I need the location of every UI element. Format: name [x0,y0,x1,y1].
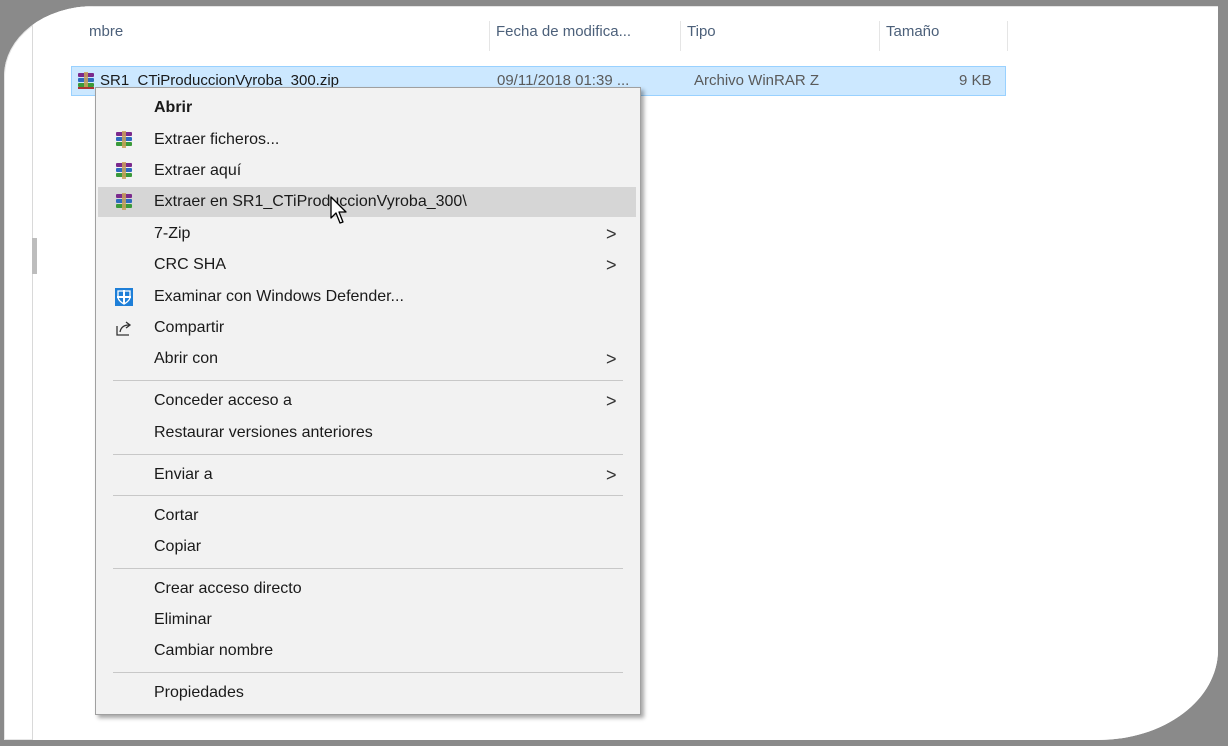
column-header-size[interactable]: Tamaño [880,21,1008,51]
column-header-type[interactable]: Tipo [681,21,880,51]
menu-item-extract-here[interactable]: Extraer aquí [98,156,636,186]
menu-item-copy[interactable]: Copiar [98,532,636,562]
menu-item-properties[interactable]: Propiedades [98,678,636,708]
menu-item-restore-versions-label: Restaurar versiones anteriores [154,424,373,441]
menu-item-7zip-label: 7-Zip [154,225,191,242]
menu-separator [113,568,623,569]
windows-defender-icon [115,288,133,306]
submenu-arrow-icon: > [606,391,617,411]
menu-separator [113,454,623,455]
submenu-arrow-icon: > [606,255,617,275]
menu-item-share-label: Compartir [154,319,225,336]
menu-item-open[interactable]: Abrir [98,93,636,123]
menu-item-windows-defender[interactable]: Examinar con Windows Defender... [98,282,636,312]
file-type: Archivo WinRAR Z [694,72,820,89]
menu-separator [113,672,623,673]
winrar-icon [116,193,132,210]
column-header-size-label: Tamaño [886,23,940,40]
menu-item-7zip[interactable]: 7-Zip > [98,219,636,249]
menu-item-open-label: Abrir [154,99,193,116]
menu-item-extract-to-folder-label: Extraer en SR1_CTiProduccionVyroba_300\ [154,193,467,210]
menu-item-restore-versions[interactable]: Restaurar versiones anteriores [98,418,636,448]
menu-separator [113,380,623,381]
context-menu: Abrir Extraer ficheros... Extraer aquí E… [95,87,641,715]
submenu-arrow-icon: > [606,224,617,244]
menu-item-crc-sha[interactable]: CRC SHA > [98,250,636,280]
menu-separator [113,495,623,496]
menu-item-give-access[interactable]: Conceder acceso a > [98,386,636,416]
column-header-date[interactable]: Fecha de modifica... [490,21,681,51]
menu-item-delete[interactable]: Eliminar [98,605,636,635]
column-header-type-label: Tipo [687,23,716,40]
file-size: 9 KB [959,72,992,89]
menu-item-extract-files[interactable]: Extraer ficheros... [98,125,636,155]
menu-item-cut-label: Cortar [154,507,199,524]
menu-item-send-to-label: Enviar a [154,466,213,483]
menu-item-cut[interactable]: Cortar [98,501,636,531]
menu-item-create-shortcut[interactable]: Crear acceso directo [98,574,636,604]
menu-item-open-with[interactable]: Abrir con > [98,344,636,374]
winrar-icon [116,131,132,148]
menu-item-rename-label: Cambiar nombre [154,642,274,659]
menu-item-create-shortcut-label: Crear acceso directo [154,580,302,597]
menu-item-open-with-label: Abrir con [154,350,219,367]
menu-item-properties-label: Propiedades [154,684,244,701]
mouse-pointer-icon [330,196,347,224]
menu-item-extract-files-label: Extraer ficheros... [154,131,280,148]
menu-item-rename[interactable]: Cambiar nombre [98,636,636,666]
share-icon [116,321,132,336]
navigation-pane-edge [32,238,37,274]
winrar-archive-icon [78,72,94,89]
column-header-name-label: mbre [89,23,124,40]
menu-item-windows-defender-label: Examinar con Windows Defender... [154,288,404,305]
menu-item-send-to[interactable]: Enviar a > [98,460,636,490]
menu-item-extract-to-folder[interactable]: Extraer en SR1_CTiProduccionVyroba_300\ [98,187,636,217]
menu-item-give-access-label: Conceder acceso a [154,392,292,409]
submenu-arrow-icon: > [606,349,617,369]
submenu-arrow-icon: > [606,465,617,485]
menu-item-crc-sha-label: CRC SHA [154,256,227,273]
menu-item-copy-label: Copiar [154,538,202,555]
menu-item-delete-label: Eliminar [154,611,212,628]
column-header-date-label: Fecha de modifica... [496,23,632,40]
column-header-row: mbre Fecha de modifica... Tipo Tamaño [33,21,1218,51]
column-header-name[interactable]: mbre [83,21,490,51]
winrar-icon [116,162,132,179]
menu-item-share[interactable]: Compartir [98,313,636,343]
menu-item-extract-here-label: Extraer aquí [154,162,242,179]
